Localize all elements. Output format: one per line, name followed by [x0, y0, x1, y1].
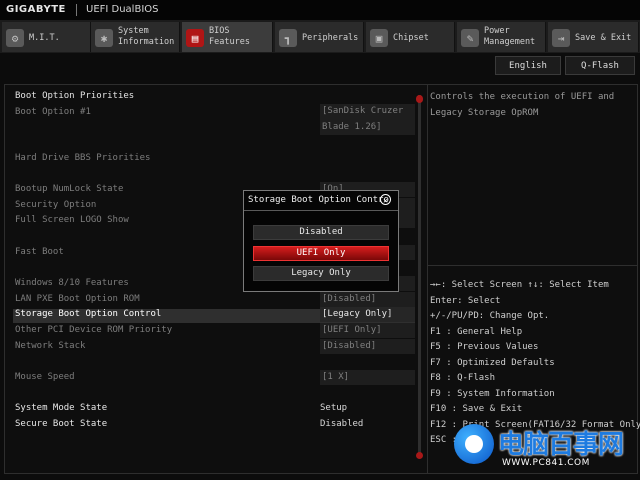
scrollbar-thumb[interactable]: [416, 95, 423, 103]
key-hint: →←: Select Screen ↑↓: Select Item: [430, 280, 609, 290]
peripherals-icon: ┓: [279, 29, 297, 47]
setting-value: [Legacy Only]: [320, 307, 415, 322]
chipset-icon: ▣: [370, 29, 388, 47]
gigabyte-logo: GIGABYTE: [6, 4, 66, 15]
setting-mouse-speed[interactable]: Mouse Speed [1 X]: [15, 370, 415, 386]
value-line: Blade 1.26]: [322, 121, 382, 132]
setting-label: Network Stack: [15, 341, 86, 351]
tab-label: System Information: [118, 26, 175, 47]
storage-boot-option-dialog: Storage Boot Option Contro ✕ Disabled UE…: [243, 190, 399, 292]
setting-value: Setup: [320, 403, 348, 413]
setting-label: Security Option: [15, 200, 97, 210]
close-icon[interactable]: ✕: [380, 194, 391, 205]
watermark-text: 电脑百事网: [498, 430, 624, 460]
setting-label: Secure Boot State: [15, 419, 108, 429]
scrollbar-down-arrow[interactable]: [416, 452, 423, 459]
setting-label: Other PCI Device ROM Priority: [15, 325, 173, 335]
watermark-logo-icon: [454, 424, 494, 464]
setting-label: Fast Boot: [15, 247, 64, 257]
boot-option-priorities-header: Boot Option Priorities: [15, 91, 415, 105]
gear-icon: ⚙: [6, 29, 24, 47]
qflash-button[interactable]: Q-Flash: [565, 56, 635, 75]
power-icon: ✎: [461, 29, 479, 47]
tab-bios-features[interactable]: ▤ BIOS Features: [182, 22, 273, 52]
key-hint: F8 : Q-Flash: [430, 373, 496, 383]
tab-label: Peripherals: [302, 33, 359, 43]
window-title: UEFI DualBIOS: [86, 4, 159, 15]
setting-value: [UEFI Only]: [320, 323, 415, 338]
dialog-title: Storage Boot Option Contro: [248, 195, 389, 205]
boot-option-1-value[interactable]: [SanDisk Cruzer Blade 1.26]: [320, 104, 415, 135]
setting-label: System Mode State: [15, 403, 108, 413]
main-tab-bar: ⚙ M.I.T. ✱ System Information ▤ BIOS Fea…: [0, 20, 640, 53]
settings-icon: ✱: [95, 29, 113, 47]
watermark-url: WWW.PC841.COM: [502, 458, 590, 468]
value-line: [SanDisk Cruzer: [322, 106, 404, 116]
option-disabled[interactable]: Disabled: [253, 225, 389, 240]
setting-label: Hard Drive BBS Priorities: [15, 153, 151, 163]
key-hint: F1 : General Help: [430, 326, 523, 337]
setting-value: [Disabled]: [320, 339, 415, 354]
setting-hdd-bbs-priorities[interactable]: Hard Drive BBS Priorities: [15, 153, 415, 167]
tab-label: Save & Exit: [575, 33, 632, 43]
setting-storage-boot-option-control[interactable]: Storage Boot Option Control [Legacy Only…: [13, 307, 415, 323]
title-separator: [76, 4, 77, 16]
key-hint: F9 : System Information: [430, 388, 555, 399]
setting-label: Full Screen LOGO Show: [15, 215, 129, 225]
setting-secure-boot-state: Secure Boot State Disabled: [15, 419, 415, 433]
tab-peripherals[interactable]: ┓ Peripherals: [275, 22, 364, 52]
option-legacy-only[interactable]: Legacy Only: [253, 266, 389, 281]
setting-value: [Disabled]: [320, 292, 415, 307]
tab-label: M.I.T.: [29, 33, 60, 43]
language-button[interactable]: English: [495, 56, 561, 75]
key-hint: +/-/PU/PD: Change Opt.: [430, 311, 550, 321]
dialog-divider: [244, 210, 398, 211]
setting-label: Mouse Speed: [15, 372, 75, 382]
help-divider: [428, 265, 637, 266]
key-hint: Enter: Select: [430, 295, 501, 306]
tab-power-management[interactable]: ✎ Power Management: [457, 22, 546, 52]
scrollbar-track[interactable]: [418, 95, 421, 458]
help-description: Controls the execution of UEFI and Legac…: [430, 92, 615, 118]
setting-other-pci-rom[interactable]: Other PCI Device ROM Priority [UEFI Only…: [15, 323, 415, 339]
site-watermark: 电脑百事网 WWW.PC841.COM: [454, 418, 634, 476]
key-hint: F7 : Optimized Defaults: [430, 357, 555, 368]
setting-value: [1 X]: [320, 370, 415, 385]
setting-label: Windows 8/10 Features: [15, 278, 129, 288]
exit-icon: ⇥: [552, 29, 570, 47]
setting-lan-pxe[interactable]: LAN PXE Boot Option ROM [Disabled]: [15, 292, 415, 308]
setting-label: Boot Option #1: [15, 107, 91, 117]
tab-chipset[interactable]: ▣ Chipset: [366, 22, 455, 52]
tab-label: BIOS Features: [209, 26, 250, 47]
setting-label: Bootup NumLock State: [15, 184, 124, 194]
tab-label: Chipset: [393, 33, 429, 43]
key-hint: F5 : Previous Values: [430, 342, 539, 352]
option-uefi-only[interactable]: UEFI Only: [253, 246, 389, 261]
tab-save-exit[interactable]: ⇥ Save & Exit: [548, 22, 639, 52]
setting-value: Disabled: [320, 419, 364, 429]
setting-system-mode-state: System Mode State Setup: [15, 403, 415, 417]
tab-mit[interactable]: ⚙ M.I.T.: [2, 22, 91, 52]
setting-network-stack[interactable]: Network Stack [Disabled]: [15, 339, 415, 355]
setting-label: Storage Boot Option Control: [15, 309, 162, 319]
section-heading: Boot Option Priorities: [15, 91, 135, 101]
tab-system-information[interactable]: ✱ System Information: [91, 22, 180, 52]
key-hint: F10 : Save & Exit: [430, 404, 523, 414]
setting-label: LAN PXE Boot Option ROM: [15, 294, 140, 304]
bios-chip-icon: ▤: [186, 29, 204, 47]
title-bar: GIGABYTE UEFI DualBIOS: [0, 0, 640, 21]
tab-label: Power Management: [484, 26, 536, 47]
